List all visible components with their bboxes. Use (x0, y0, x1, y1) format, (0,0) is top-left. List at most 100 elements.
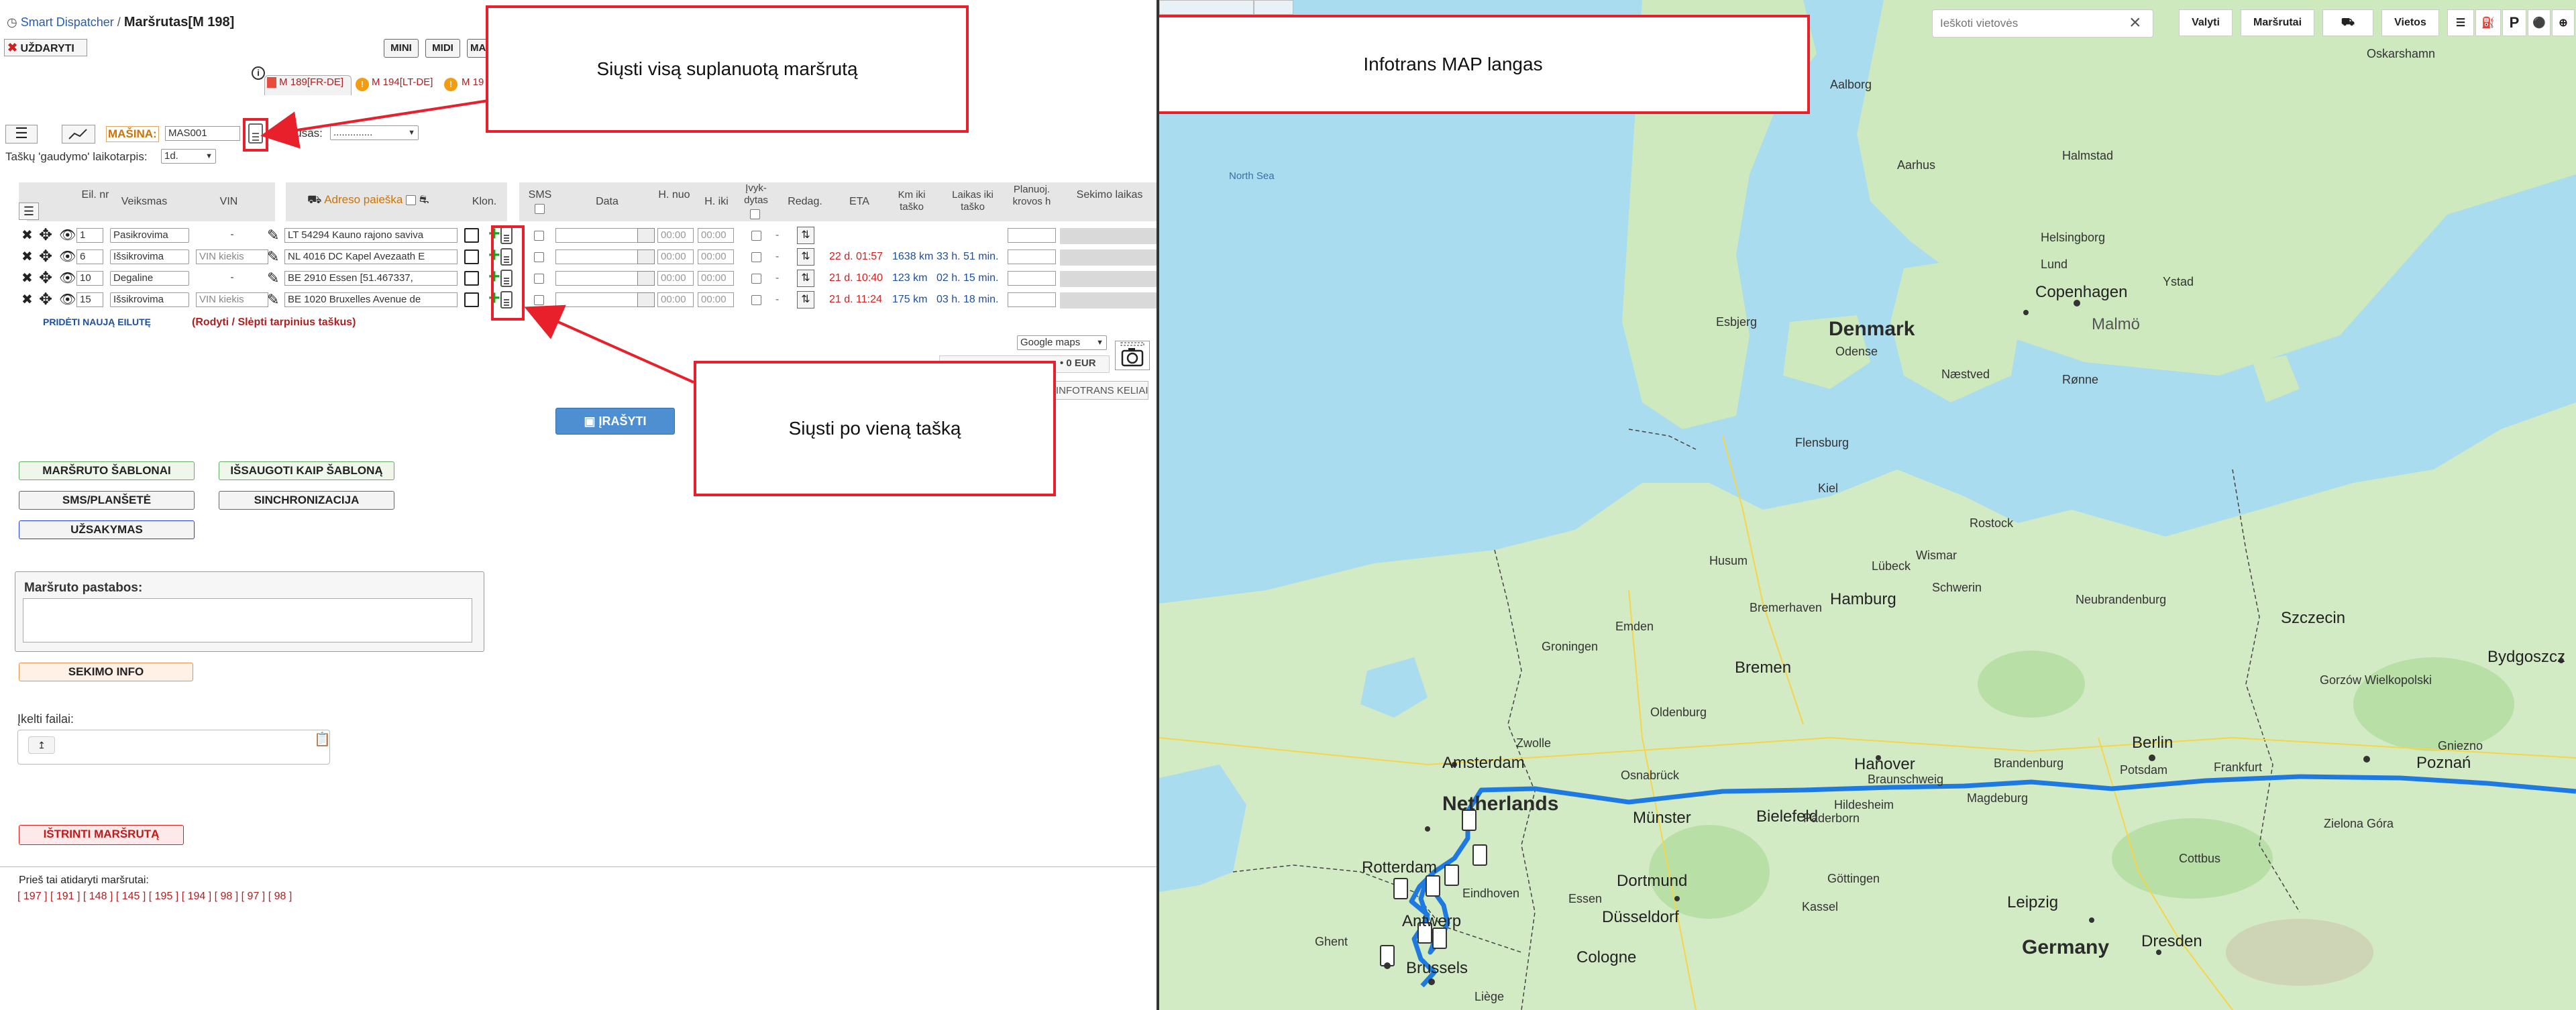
land-bornholm (2253, 355, 2300, 402)
map-label: Groningen (1542, 640, 1599, 653)
route-point-marker[interactable] (1432, 928, 1447, 949)
map-label: Husum (1709, 554, 1748, 567)
map-label: Brandenburg (1994, 756, 2064, 770)
map-label: Zwolle (1516, 736, 1552, 750)
map-label: Gniezno (2438, 739, 2483, 752)
annotation-map-window: Infotrans MAP langas (1159, 15, 1810, 114)
truck-icon: ⛟ (2341, 17, 2355, 28)
map-label: Kassel (1802, 900, 1839, 913)
map-label: Göttingen (1827, 872, 1880, 885)
route-point-marker[interactable] (1426, 875, 1440, 897)
traffic-light-icon: ⚫ (2532, 17, 2546, 29)
map-label: Dortmund (1617, 872, 1688, 890)
map-label: Düsseldorf (1602, 908, 1679, 926)
crosshair-icon: ⊕ (2559, 17, 2568, 29)
map-label: Bremerhaven (1750, 601, 1823, 614)
route-point-marker[interactable] (1472, 844, 1487, 866)
map-tab[interactable] (1159, 0, 1254, 15)
arrow-send-all (260, 99, 489, 149)
map-label-country: Denmark (1829, 318, 1915, 340)
map-label: Næstved (1941, 368, 1990, 381)
map-label: Antwerp (1402, 912, 1462, 930)
map-label: Münster (1633, 809, 1691, 827)
route-point-marker[interactable] (1444, 864, 1459, 886)
map-label: Schwerin (1932, 581, 1982, 594)
map-label: Lübeck (1872, 559, 1911, 573)
map-label: Ystad (2163, 275, 2194, 288)
map-label: Eindhoven (1462, 887, 1520, 900)
map-label: Szczecin (2281, 609, 2346, 627)
map-label: Osnabrück (1621, 769, 1680, 782)
panel-divider (1157, 0, 1159, 1010)
parking-icon: P (2509, 14, 2520, 31)
map-label: Zielona Góra (2324, 817, 2394, 830)
map-tab[interactable] (1253, 0, 1293, 15)
map-label: Malmö (2092, 315, 2141, 333)
map-label-country: Netherlands (1442, 793, 1559, 815)
forest-area (1978, 651, 2085, 718)
map-label: Rotterdam (1362, 858, 1438, 877)
map-label: Brussels (1406, 959, 1468, 977)
map-label: Braunschweig (1868, 773, 1944, 786)
map-traffic-button[interactable]: ⚫ (2528, 9, 2551, 36)
map-label: Ghent (1315, 935, 1348, 948)
map-label: North Sea (1229, 170, 1275, 182)
map-layers-button[interactable]: ☰ (2447, 9, 2474, 36)
forest-area (2353, 657, 2514, 751)
map-label: Aalborg (1830, 78, 1872, 91)
map-label: Helsingborg (2041, 231, 2106, 244)
map-label: Hildesheim (1834, 798, 1894, 811)
map-top-tabs (1159, 0, 1293, 16)
map-label: Hamburg (1830, 590, 1896, 608)
map-label: Lund (2041, 258, 2068, 271)
route-point-marker[interactable] (1393, 878, 1408, 899)
map-label: Essen (1568, 892, 1603, 905)
map-label: Bydgoszcz (2487, 648, 2566, 666)
map-label: Gorzów Wielkopolski (2320, 673, 2432, 687)
map-label: Paderborn (1803, 811, 1860, 825)
close-icon[interactable]: × (2129, 11, 2141, 35)
map-label: Copenhagen (2035, 283, 2128, 301)
route-panel: ◷ Smart Dispatcher / Maršrutas[M 198] ✖ … (0, 0, 1159, 1010)
map-label: Oskarshamn (2367, 47, 2436, 60)
map-label: Bremen (1735, 659, 1792, 677)
map-label: Flensburg (1795, 436, 1849, 449)
map-label: Magdeburg (1967, 791, 2029, 805)
map-label: Cologne (1576, 948, 1637, 966)
map-label: Oldenburg (1650, 706, 1707, 719)
map-label: Esbjerg (1716, 315, 1758, 329)
map-truck-button[interactable]: ⛟ (2322, 9, 2373, 36)
map-label: Poznań (2416, 754, 2471, 772)
arrow-send-each (524, 304, 694, 384)
border-dk-de (1628, 429, 1697, 450)
map-clear-button[interactable]: Valyti (2179, 9, 2233, 36)
layers-icon: ☰ (2455, 17, 2466, 29)
annotation-arrows (260, 99, 694, 384)
map-label: Leipzig (2007, 893, 2059, 911)
map-label: Rostock (1970, 516, 2014, 530)
map-label: Neubrandenburg (2076, 593, 2167, 606)
map-parking-button[interactable]: P (2502, 9, 2526, 36)
map-label: Amsterdam (1442, 754, 1525, 772)
map-label: Wismar (1916, 549, 1957, 562)
map-places-button[interactable]: Vietos (2381, 9, 2439, 36)
map-routes-button[interactable]: Maršrutai (2241, 9, 2314, 36)
map-label: Dresden (2141, 932, 2202, 950)
map-label: Berlin (2132, 734, 2174, 752)
map-label: Rønne (2062, 373, 2099, 386)
map-label: Cottbus (2179, 852, 2221, 865)
mountain-area (2226, 919, 2373, 986)
infotrans-map[interactable]: North Sea Denmark Germany Netherlands Co… (1159, 0, 2576, 1010)
map-label: Frankfurt (2214, 761, 2263, 774)
map-label-country: Germany (2022, 936, 2110, 958)
map-label: Liège (1474, 990, 1505, 1003)
map-search-input[interactable] (1940, 15, 2128, 32)
map-label: Emden (1615, 620, 1654, 633)
map-label: Hanover (1854, 755, 1915, 773)
map-label: Halmstad (2062, 149, 2114, 162)
map-fuel-button[interactable]: ⛽ (2475, 9, 2501, 36)
fuel-icon: ⛽ (2481, 17, 2495, 29)
map-label: Odense (1835, 345, 1878, 358)
map-location-button[interactable]: ⊕ (2552, 9, 2575, 36)
map-label: Kiel (1818, 482, 1839, 495)
